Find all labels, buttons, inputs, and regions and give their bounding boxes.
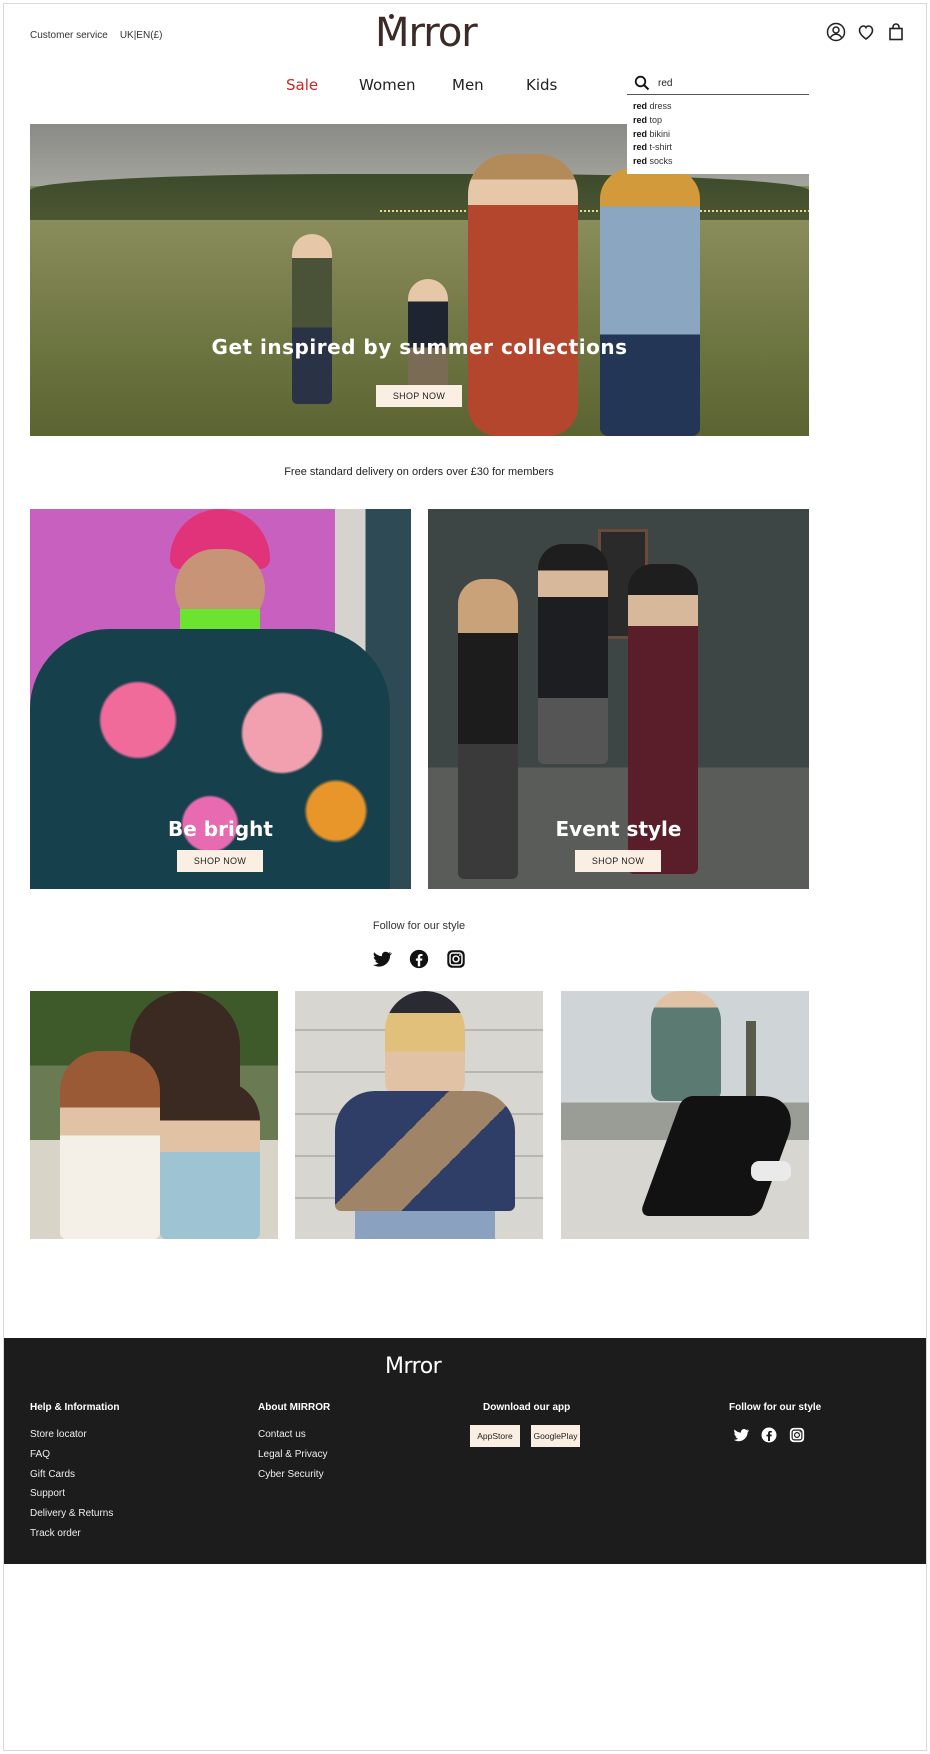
hero-title: Get inspired by summer collections [211,335,628,359]
social-photo-street[interactable] [561,991,809,1239]
nav-item-sale[interactable]: Sale [286,76,318,94]
header-utility: Customer service UK|EN(£) [30,30,162,41]
promo-title-event: Event style [555,817,682,841]
heart-icon[interactable] [856,22,876,42]
photo-figure-jeans [355,1211,495,1239]
suggestion-item[interactable]: red bikini [633,128,803,142]
search-input[interactable] [658,77,798,89]
photo-figure-sneaker [751,1161,791,1181]
site-footer: Mrror Help & Information Store locator F… [4,1338,926,1564]
social-links [371,948,467,970]
hero-shop-now-button[interactable]: SHOP NOW [376,385,462,407]
suggestion-item[interactable]: red t-shirt [633,141,803,155]
photo-figure-girl-2 [160,1081,260,1239]
hero-figure-man [600,169,700,436]
footer-follow-title: Follow for our style [729,1402,822,1413]
footer-link-gift-cards[interactable]: Gift Cards [30,1469,75,1480]
shopping-bag-icon[interactable] [886,22,906,42]
footer-link-track-order[interactable]: Track order [30,1528,81,1539]
photo-figure-sweater [335,1091,515,1211]
delivery-note: Free standard delivery on orders over £3… [284,466,554,478]
follow-title: Follow for our style [372,920,466,932]
footer-link-support[interactable]: Support [30,1488,65,1499]
promo-tile-bright[interactable]: Be bright SHOP NOW [30,509,411,889]
footer-logo[interactable]: Mrror [385,1354,442,1379]
appstore-button[interactable]: AppStore [470,1425,520,1447]
promo-event-shop-now-button[interactable]: SHOP NOW [575,850,661,872]
suggestion-item[interactable]: red socks [633,155,803,169]
header-icons [826,22,906,42]
suggestion-item[interactable]: red top [633,114,803,128]
footer-help-title: Help & Information [30,1402,120,1413]
account-icon[interactable] [826,22,846,42]
photo-figure-girl-1 [60,1051,160,1239]
social-photo-family[interactable] [30,991,278,1239]
search-suggestions: red dress red top red bikini red t-shirt… [627,96,809,174]
facebook-icon[interactable] [408,948,430,970]
footer-about-title: About MIRROR [258,1402,331,1413]
footer-link-legal-privacy[interactable]: Legal & Privacy [258,1449,327,1460]
hero-string-lights [380,210,809,214]
locale-selector[interactable]: UK|EN(£) [120,30,163,41]
promo-title-bright: Be bright [168,817,273,841]
footer-link-contact-us[interactable]: Contact us [258,1429,306,1440]
instagram-icon[interactable] [788,1426,806,1444]
facebook-icon[interactable] [760,1426,778,1444]
page: Customer service UK|EN(£) Mrror Sale Wom… [3,3,927,1751]
search-icon[interactable] [632,73,652,93]
site-logo[interactable]: Mrror [375,10,478,56]
hero-figure-boy [292,234,332,404]
footer-social-links [732,1426,806,1444]
suggestion-item[interactable]: red dress [633,100,803,114]
photo-figure-head [385,991,465,1101]
logo-dot [389,14,394,19]
nav-item-men[interactable]: Men [452,76,484,94]
twitter-icon[interactable] [732,1426,750,1444]
footer-link-store-locator[interactable]: Store locator [30,1429,87,1440]
nav-item-women[interactable]: Women [359,76,415,94]
customer-service-link[interactable]: Customer service [30,30,108,41]
nav-item-kids[interactable]: Kids [526,76,557,94]
promo-bright-shop-now-button[interactable]: SHOP NOW [177,850,263,872]
footer-link-delivery-returns[interactable]: Delivery & Returns [30,1508,113,1519]
twitter-icon[interactable] [371,948,393,970]
footer-link-cyber-security[interactable]: Cyber Security [258,1469,324,1480]
search-bar [627,72,809,95]
promo-figure-2 [538,544,608,764]
hero-figure-woman [468,154,578,436]
footer-app-title: Download our app [483,1402,571,1413]
footer-link-faq[interactable]: FAQ [30,1449,50,1460]
instagram-icon[interactable] [445,948,467,970]
photo-figure-jacket [651,991,721,1101]
promo-tile-event[interactable]: Event style SHOP NOW [428,509,809,889]
social-photo-sweater[interactable] [295,991,543,1239]
googleplay-button[interactable]: GooglePlay [531,1425,580,1447]
photo-figure-pants [639,1096,803,1216]
